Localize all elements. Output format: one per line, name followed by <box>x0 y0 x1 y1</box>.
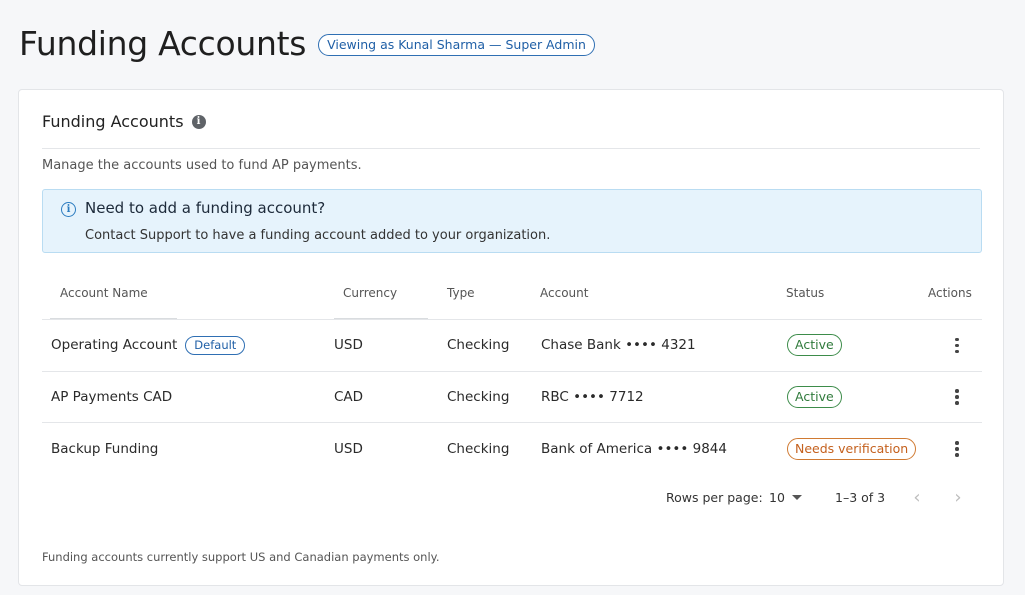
divider <box>42 148 980 149</box>
card-description: Manage the accounts used to fund AP paym… <box>42 158 362 173</box>
more-actions-icon[interactable] <box>949 439 965 459</box>
cell-status: Active <box>787 372 842 423</box>
more-actions-icon[interactable] <box>949 387 965 407</box>
rows-per-page-select[interactable]: 10 <box>769 490 802 505</box>
column-resize-indicator <box>334 318 428 319</box>
cell-status: Needs verification <box>787 423 917 475</box>
column-resize-indicator <box>50 318 177 319</box>
account-name: Operating Account <box>51 337 178 354</box>
cell-actions <box>949 320 965 371</box>
cell-account: Chase Bank •••• 4321 <box>541 337 696 354</box>
column-header-actions: Actions <box>928 286 972 300</box>
status-badge: Active <box>787 385 842 408</box>
page-header: Funding Accounts Viewing as Kunal Sharma… <box>19 24 595 63</box>
table-row[interactable]: AP Payments CAD CAD Checking RBC •••• 77… <box>42 372 982 423</box>
cell-type: Checking <box>447 388 510 405</box>
cell-currency: USD <box>334 337 363 354</box>
cell-account: RBC •••• 7712 <box>541 388 644 405</box>
card-header: Funding Accounts i <box>42 112 206 131</box>
table-row[interactable]: Operating Account Default USD Checking C… <box>42 320 982 372</box>
info-icon[interactable]: i <box>191 114 206 129</box>
cell-currency: USD <box>334 440 363 457</box>
funding-accounts-table: Account Name Currency Type Account Statu… <box>42 270 982 475</box>
info-circle-icon: i <box>61 202 76 217</box>
pagination-range: 1–3 of 3 <box>835 490 886 505</box>
default-badge: Default <box>185 335 246 355</box>
cell-actions <box>949 423 965 475</box>
funding-accounts-card: Funding Accounts i Manage the accounts u… <box>18 89 1004 586</box>
column-header-status[interactable]: Status <box>786 286 824 300</box>
card-title: Funding Accounts <box>42 112 184 131</box>
cell-account: Bank of America •••• 9844 <box>541 440 727 457</box>
page-title: Funding Accounts <box>19 24 307 63</box>
next-page-icon[interactable]: › <box>948 487 968 508</box>
alert-title: Need to add a funding account? <box>85 199 326 217</box>
rows-per-page-label: Rows per page: <box>666 490 763 505</box>
caret-down-icon <box>791 495 802 500</box>
alert-body: Contact Support to have a funding accoun… <box>85 228 551 243</box>
cell-account-name: Operating Account Default <box>51 320 246 371</box>
previous-page-icon[interactable]: ‹ <box>907 487 927 508</box>
table-header: Account Name Currency Type Account Statu… <box>42 270 982 320</box>
more-actions-icon[interactable] <box>949 335 965 355</box>
account-name: Backup Funding <box>51 440 159 457</box>
column-header-account-name[interactable]: Account Name <box>60 286 148 300</box>
viewing-as-badge: Viewing as Kunal Sharma — Super Admin <box>318 33 595 56</box>
status-badge: Active <box>787 334 842 357</box>
info-alert: i Need to add a funding account? Contact… <box>42 189 982 253</box>
status-badge: Needs verification <box>787 437 917 460</box>
cell-type: Checking <box>447 440 510 457</box>
column-header-type[interactable]: Type <box>447 286 475 300</box>
cell-actions <box>949 372 965 423</box>
cell-account-name: AP Payments CAD <box>51 372 172 423</box>
column-header-currency[interactable]: Currency <box>343 286 397 300</box>
cell-currency: CAD <box>334 388 364 405</box>
footnote: Funding accounts currently support US an… <box>42 550 440 564</box>
column-header-account[interactable]: Account <box>540 286 588 300</box>
cell-type: Checking <box>447 337 510 354</box>
account-name: AP Payments CAD <box>51 388 173 405</box>
cell-status: Active <box>787 320 842 371</box>
table-row[interactable]: Backup Funding USD Checking Bank of Amer… <box>42 423 982 475</box>
rows-per-page-value: 10 <box>769 490 785 505</box>
cell-account-name: Backup Funding <box>51 423 158 475</box>
